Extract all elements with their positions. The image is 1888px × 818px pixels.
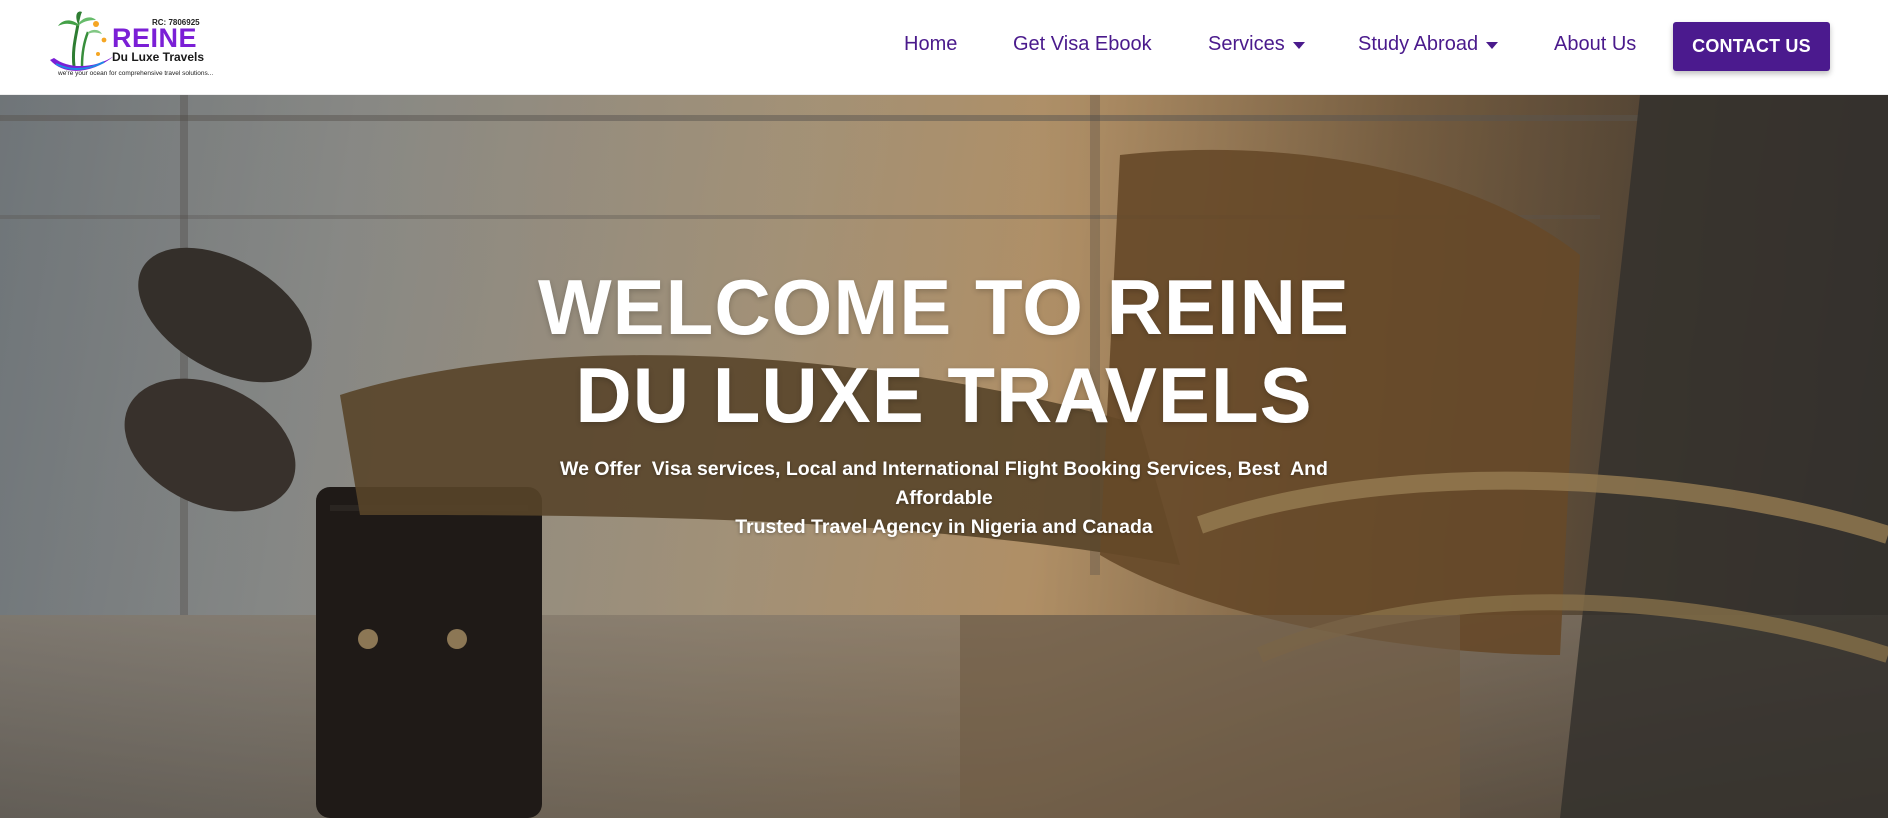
caret-down-icon bbox=[1292, 42, 1305, 49]
nav-home[interactable]: Home bbox=[904, 33, 957, 56]
palm-tree-logo-icon bbox=[50, 11, 114, 71]
nav-about-us[interactable]: About Us bbox=[1554, 33, 1636, 56]
hero-subtitle-line-3: Trusted Travel Agency in Nigeria and Can… bbox=[735, 516, 1153, 538]
nav-study-abroad[interactable]: Study Abroad bbox=[1358, 33, 1499, 56]
hero-subtitle-line-2: Affordable bbox=[895, 487, 993, 509]
caret-down-icon bbox=[1486, 42, 1499, 49]
nav-get-visa-ebook[interactable]: Get Visa Ebook bbox=[1013, 33, 1152, 56]
nav-study-abroad-label: Study Abroad bbox=[1358, 33, 1479, 55]
site-header: RC: 7806925 REINE Du Luxe Travels we're … bbox=[0, 0, 1888, 95]
hero-title: WELCOME TO REINE DU LUXE TRAVELS bbox=[444, 263, 1444, 439]
hero-section: WELCOME TO REINE DU LUXE TRAVELS We Offe… bbox=[0, 95, 1888, 818]
nav-services[interactable]: Services bbox=[1208, 33, 1305, 56]
contact-us-button[interactable]: CONTACT US bbox=[1673, 22, 1830, 71]
hero-title-line-2: DU LUXE TRAVELS bbox=[575, 351, 1313, 439]
site-logo[interactable]: RC: 7806925 REINE Du Luxe Travels we're … bbox=[48, 10, 234, 82]
nav-services-label: Services bbox=[1208, 33, 1285, 55]
hero-subtitle: We Offer Visa services, Local and Intern… bbox=[540, 455, 1348, 542]
brand-tagline: we're your ocean for comprehensive trave… bbox=[58, 70, 214, 77]
hero-subtitle-line-1: We Offer Visa services, Local and Intern… bbox=[560, 458, 1328, 480]
brand-subtitle: Du Luxe Travels bbox=[112, 50, 205, 64]
hero-title-line-1: WELCOME TO REINE bbox=[538, 263, 1350, 351]
hero-content: WELCOME TO REINE DU LUXE TRAVELS We Offe… bbox=[0, 95, 1888, 818]
